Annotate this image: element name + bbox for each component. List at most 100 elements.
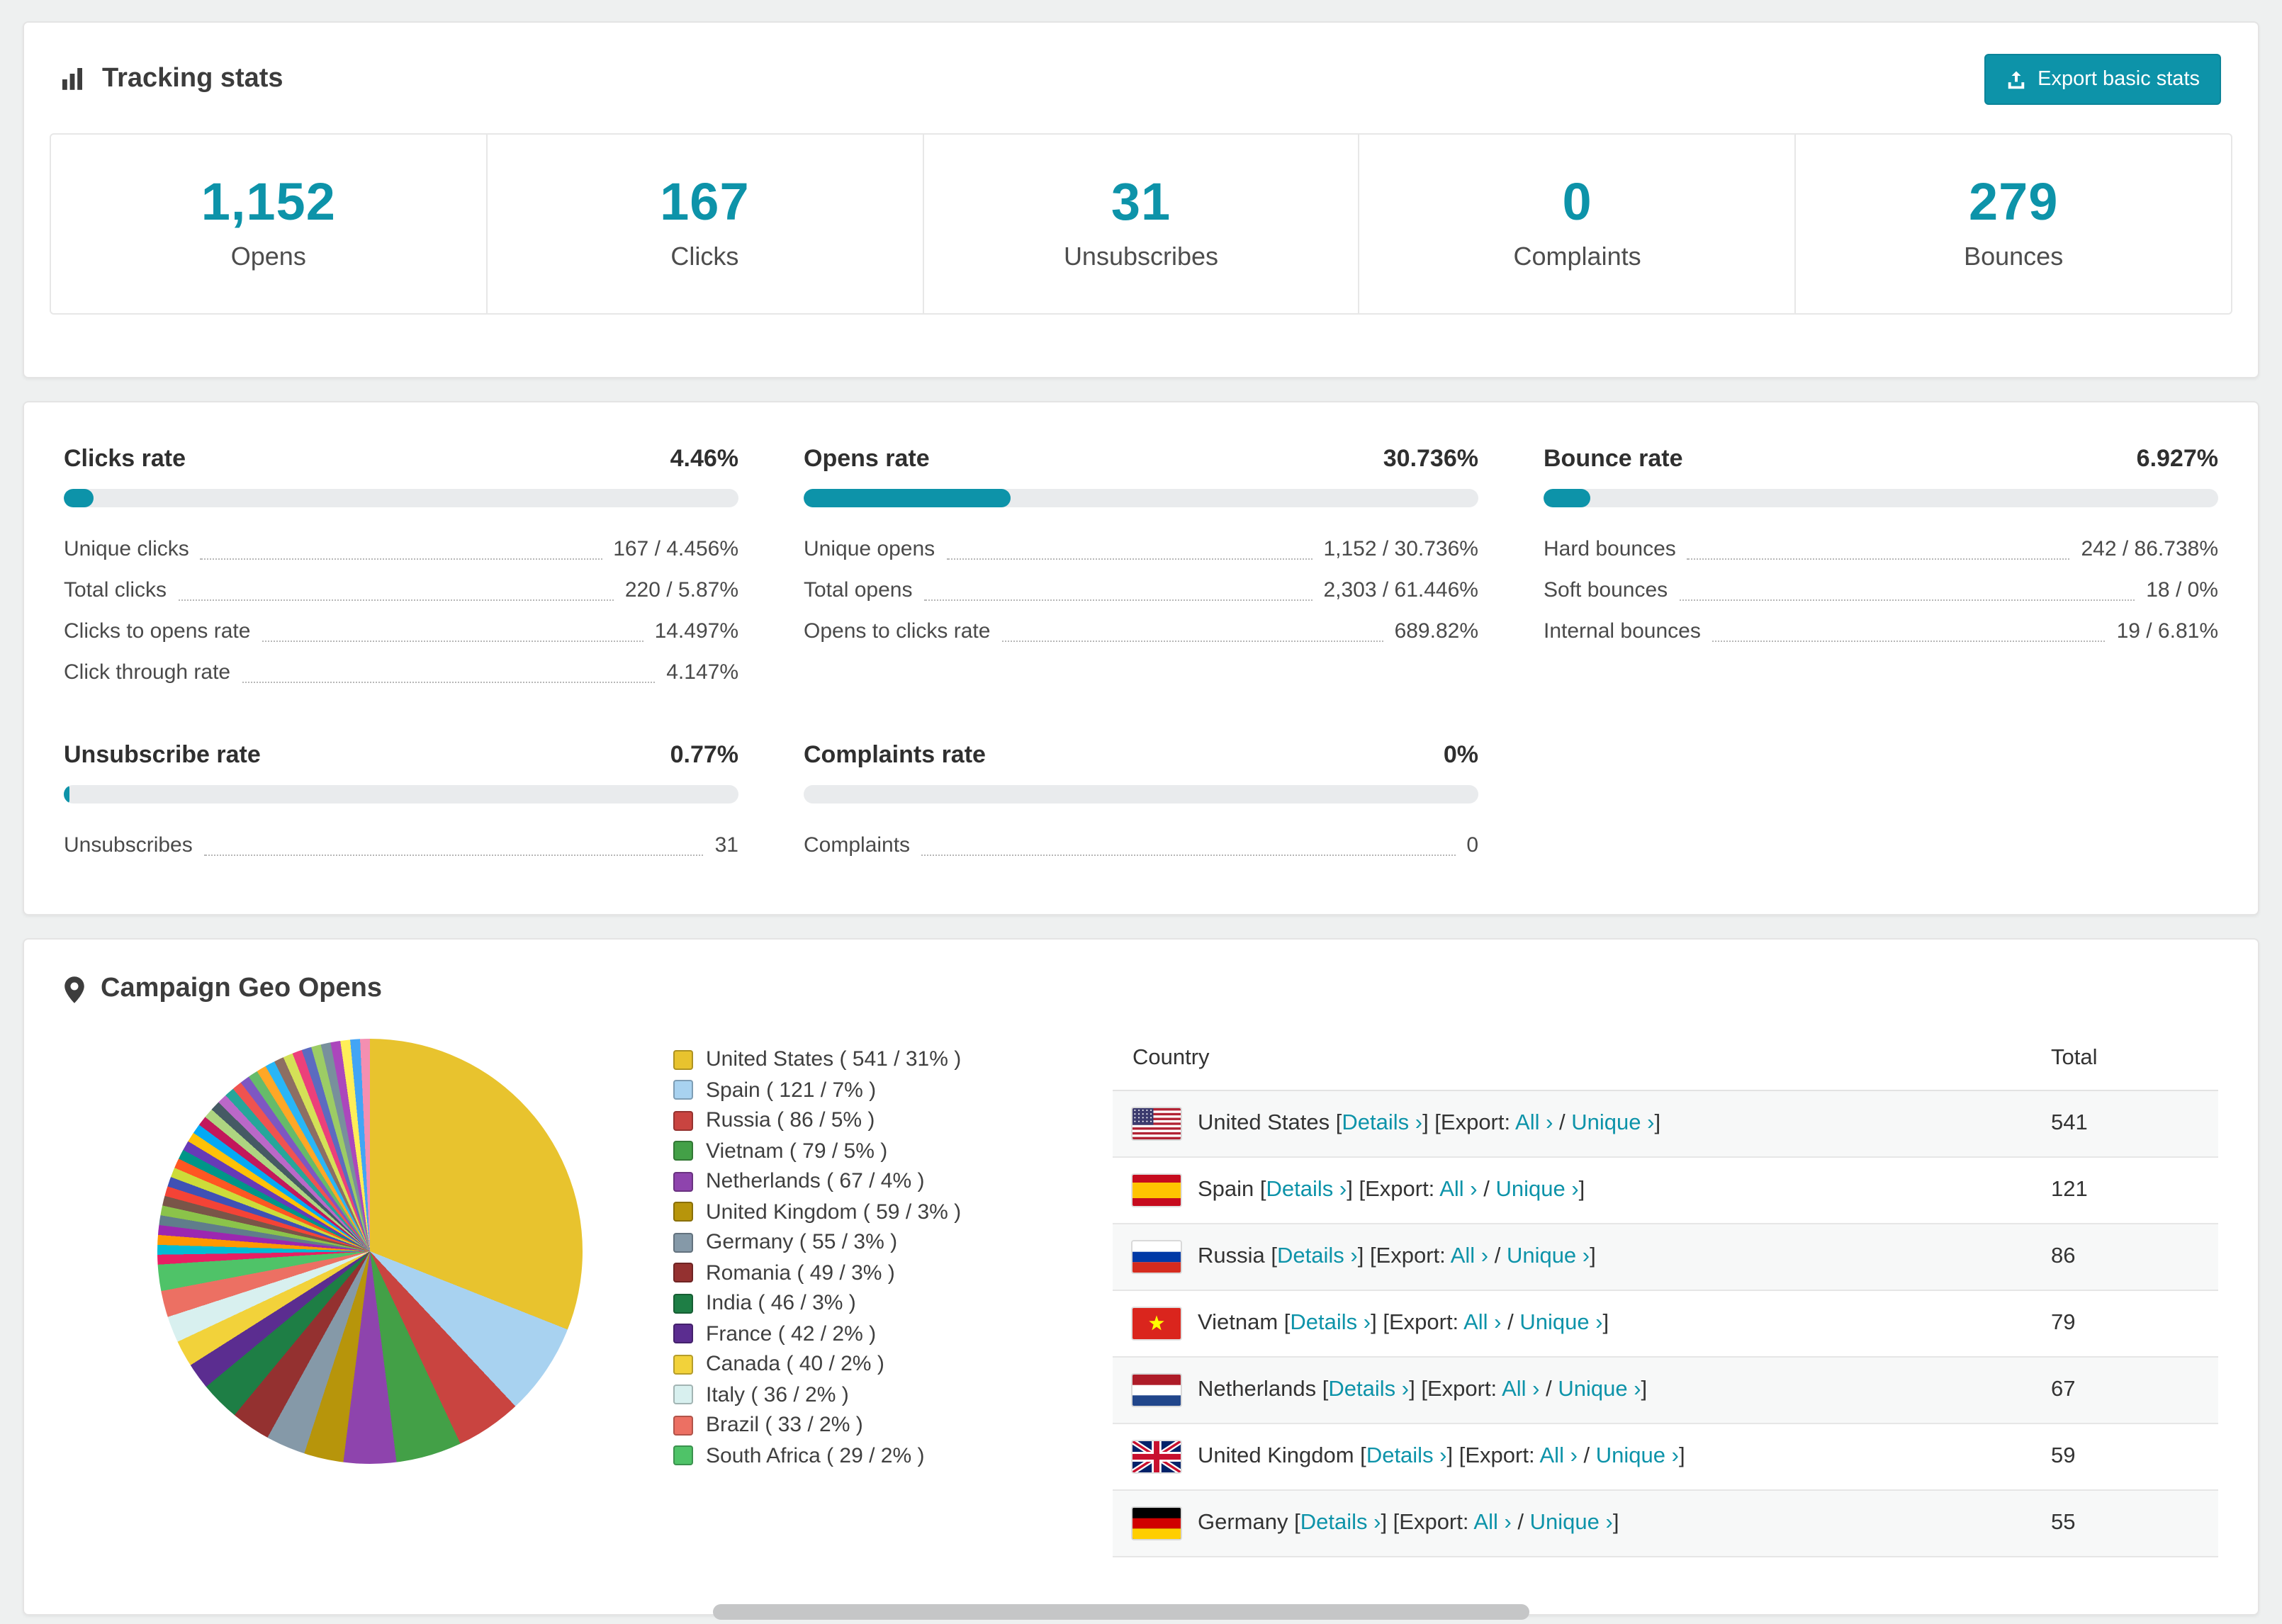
geo-title: Campaign Geo Opens: [101, 974, 382, 1003]
export-unique-link[interactable]: Unique ›: [1495, 1178, 1578, 1202]
rate-detail-row: Unique opens 1,152 / 30.736%: [804, 529, 1478, 570]
stat-value: 0: [1562, 173, 1592, 231]
rate-detail-label: Total opens: [804, 578, 913, 602]
legend-item: Romania ( 49 / 3% ): [673, 1258, 1039, 1288]
legend-swatch: [673, 1445, 693, 1466]
rate-detail-row: Complaints 0: [804, 825, 1478, 866]
details-link[interactable]: Details ›: [1266, 1178, 1347, 1202]
export-unique-link[interactable]: Unique ›: [1558, 1377, 1641, 1402]
rate-head: Complaints rate 0%: [804, 741, 1478, 769]
dotted-leader: [1712, 641, 2106, 642]
rate-block-complaints-rate: Complaints rate 0% Complaints 0: [804, 741, 1478, 866]
legend-swatch: [673, 1171, 693, 1192]
rate-progress-track: [64, 785, 738, 803]
horizontal-scrollbar[interactable]: [713, 1604, 1529, 1620]
dotted-leader: [178, 599, 614, 601]
stat-opens: 1,152 Opens: [50, 133, 488, 315]
legend-label: Italy ( 36 / 2% ): [706, 1382, 849, 1406]
rate-progress-track: [1544, 489, 2218, 507]
rate-head: Clicks rate 4.46%: [64, 445, 738, 473]
details-link[interactable]: Details ›: [1366, 1444, 1447, 1468]
geo-table-rows: United States [Details ›] [Export: All ›…: [1113, 1091, 2218, 1557]
legend-item: United Kingdom ( 59 / 3% ): [673, 1197, 1039, 1227]
tracking-stats-card: Tracking stats Export basic stats 1,152 O…: [23, 21, 2259, 378]
stat-label: Bounces: [1964, 242, 2064, 271]
export-all-link[interactable]: All ›: [1451, 1244, 1488, 1268]
rate-detail-label: Click through rate: [64, 660, 231, 684]
legend-label: Canada ( 40 / 2% ): [706, 1352, 884, 1376]
country-cell: Netherlands [Details ›] [Export: All › /…: [1132, 1375, 2051, 1406]
legend-label: United States ( 541 / 31% ): [706, 1047, 962, 1071]
rate-title: Unsubscribe rate: [64, 741, 261, 768]
rate-detail-value: 220 / 5.87%: [624, 578, 738, 602]
dotted-leader: [262, 641, 643, 642]
export-unique-link[interactable]: Unique ›: [1530, 1511, 1613, 1535]
total-cell: 59: [2051, 1444, 2076, 1468]
details-link[interactable]: Details ›: [1290, 1311, 1371, 1335]
export-unique-link[interactable]: Unique ›: [1596, 1444, 1679, 1468]
legend-label: France ( 42 / 2% ): [706, 1321, 877, 1346]
rate-title: Complaints rate: [804, 741, 986, 768]
legend-swatch: [673, 1324, 693, 1344]
export-all-link[interactable]: All ›: [1502, 1377, 1539, 1402]
export-all-link[interactable]: All ›: [1473, 1511, 1511, 1535]
rate-value: 4.46%: [670, 445, 738, 472]
legend-label: United Kingdom ( 59 / 3% ): [706, 1200, 962, 1224]
details-link[interactable]: Details ›: [1277, 1244, 1358, 1268]
app-root: Tracking stats Export basic stats 1,152 O…: [0, 0, 2282, 1624]
rate-progress-fill: [64, 785, 69, 803]
total-column-header: Total: [2051, 1046, 2098, 1070]
geo-table-row: Netherlands [Details ›] [Export: All › /…: [1113, 1358, 2218, 1424]
dotted-leader: [1687, 558, 2070, 560]
export-unique-link[interactable]: Unique ›: [1571, 1111, 1654, 1135]
rate-value: 30.736%: [1383, 445, 1478, 472]
rate-value: 0.77%: [670, 741, 738, 768]
stat-value: 279: [1968, 173, 2059, 231]
rate-progress-track: [64, 489, 738, 507]
country-cell: United States [Details ›] [Export: All ›…: [1132, 1108, 2051, 1139]
export-all-link[interactable]: All ›: [1463, 1311, 1501, 1335]
details-link[interactable]: Details ›: [1342, 1111, 1422, 1135]
details-link[interactable]: Details ›: [1328, 1377, 1409, 1402]
rate-progress-track: [804, 785, 1478, 803]
geo-legend: United States ( 541 / 31% ) Spain ( 121 /…: [673, 1044, 1039, 1471]
details-link[interactable]: Details ›: [1300, 1511, 1381, 1535]
stat-label: Complaints: [1513, 242, 1641, 271]
geo-header: Campaign Geo Opens: [24, 940, 2258, 1019]
total-cell: 121: [2051, 1178, 2088, 1202]
dotted-leader: [203, 855, 704, 856]
legend-item: France ( 42 / 2% ): [673, 1319, 1039, 1349]
stat-value: 31: [1111, 173, 1171, 231]
rate-detail-label: Total clicks: [64, 578, 167, 602]
geo-table-row: Russia [Details ›] [Export: All › / Uniq…: [1113, 1224, 2218, 1291]
export-all-link[interactable]: All ›: [1540, 1444, 1578, 1468]
rate-detail-value: 689.82%: [1394, 619, 1478, 643]
legend-label: Netherlands ( 67 / 4% ): [706, 1169, 925, 1193]
export-all-link[interactable]: All ›: [1515, 1111, 1553, 1135]
export-unique-link[interactable]: Unique ›: [1507, 1244, 1590, 1268]
stat-value: 1,152: [201, 173, 336, 231]
rate-detail-value: 1,152 / 30.736%: [1323, 537, 1478, 561]
total-cell: 86: [2051, 1244, 2076, 1268]
export-basic-stats-button[interactable]: Export basic stats: [1984, 54, 2221, 105]
total-cell: 79: [2051, 1311, 2076, 1335]
rate-detail-row: Unsubscribes 31: [64, 825, 738, 866]
geo-body: United States ( 541 / 31% ) Spain ( 121 /…: [24, 1019, 2258, 1557]
stats-row: 1,152 Opens 167 Clicks 31 Unsubscribes 0 Compla…: [50, 133, 2232, 315]
export-icon: [2005, 69, 2026, 90]
export-unique-link[interactable]: Unique ›: [1519, 1311, 1602, 1335]
legend-label: India ( 46 / 3% ): [706, 1291, 856, 1315]
geo-table-row: Spain [Details ›] [Export: All › / Uniqu…: [1113, 1158, 2218, 1224]
export-all-link[interactable]: All ›: [1439, 1178, 1477, 1202]
rate-detail-label: Unique opens: [804, 537, 935, 561]
flag-es-icon: [1132, 1175, 1181, 1206]
rates-card: Clicks rate 4.46% Unique clicks 167 / 4.456…: [23, 401, 2259, 915]
country-cell: United Kingdom [Details ›] [Export: All …: [1132, 1441, 2051, 1472]
geo-table: Country Total United States [Details ›] …: [1113, 1027, 2218, 1557]
rate-value: 0%: [1443, 741, 1478, 768]
rate-block-unsubscribe-rate: Unsubscribe rate 0.77% Unsubscribes 31: [64, 741, 738, 866]
bar-chart-icon: [61, 67, 86, 92]
stat-label: Unsubscribes: [1063, 242, 1219, 271]
legend-swatch: [673, 1293, 693, 1314]
flag-ru-icon: [1132, 1241, 1181, 1273]
